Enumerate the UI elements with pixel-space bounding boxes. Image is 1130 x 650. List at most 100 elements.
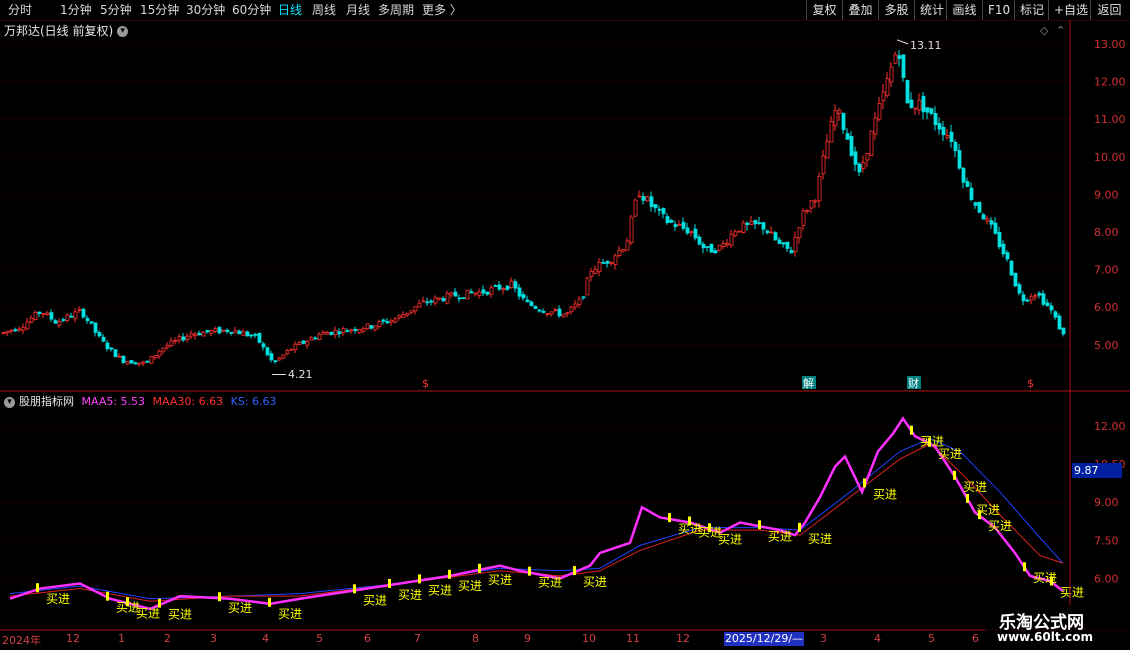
- candle-body: [597, 261, 602, 273]
- buy-signal-label: 买进: [1033, 571, 1057, 585]
- candle-body: [777, 239, 782, 244]
- candle-body: [797, 227, 802, 239]
- candle-body: [901, 54, 906, 78]
- candle-body: [509, 280, 514, 289]
- buy-signal-bar: [573, 566, 576, 576]
- candle-body: [1033, 295, 1038, 298]
- candle-body: [553, 309, 558, 312]
- buy-signal-label: 买进: [718, 532, 742, 546]
- candle-body: [469, 291, 474, 294]
- candle-body: [437, 297, 442, 300]
- candle-body: [669, 219, 674, 223]
- candle-body: [973, 202, 978, 206]
- candle-body: [249, 334, 254, 337]
- candle-body: [641, 196, 646, 201]
- candle-body: [653, 204, 658, 209]
- candle-body: [769, 231, 774, 234]
- candle-body: [189, 333, 194, 337]
- candle-body: [125, 361, 130, 365]
- candle-body: [473, 292, 478, 295]
- candle-body: [857, 163, 862, 173]
- candle-body: [713, 250, 718, 253]
- candle-body: [73, 311, 78, 319]
- candle-body: [589, 270, 594, 277]
- ma5-line: [9, 416, 1064, 611]
- chevron-up-icon[interactable]: ⌃: [1056, 24, 1065, 37]
- candle-body: [933, 113, 938, 126]
- candle-body: [289, 348, 294, 351]
- candle-body: [1017, 284, 1022, 294]
- price-tick-label: 10.00: [1094, 151, 1126, 164]
- candle-body: [917, 99, 922, 111]
- candle-body: [337, 331, 342, 335]
- crosshair-date-label: 2025/12/29/—: [724, 632, 804, 646]
- candle-body: [21, 326, 26, 331]
- chart-canvas[interactable]: 买进买进买进 买进 买进 买进买进 买进 买进 买进 买进 买进 买进买进买进买进 买进 买进买进买进…: [0, 0, 1130, 650]
- candle-body: [317, 333, 322, 340]
- candle-body: [421, 300, 426, 303]
- indicator-current-value: 9.87: [1072, 463, 1122, 478]
- candle-body: [981, 214, 986, 220]
- candle-body: [177, 336, 182, 341]
- buy-signal-label: 买进: [398, 588, 422, 602]
- candle-body: [309, 337, 314, 341]
- event-marker-dividend[interactable]: $: [422, 377, 429, 390]
- candle-body: [969, 187, 974, 200]
- candle-body: [853, 151, 858, 165]
- candle-body: [617, 249, 622, 256]
- candle-body: [905, 80, 910, 104]
- candle-body: [397, 315, 402, 318]
- candle-body: [697, 236, 702, 245]
- date-tick: 7: [414, 632, 421, 645]
- candle-body: [909, 99, 914, 108]
- event-marker-finance[interactable]: 财: [908, 376, 919, 390]
- candle-body: [601, 262, 606, 264]
- candle-body: [977, 201, 982, 213]
- high-price-pointer: [896, 39, 909, 45]
- diamond-icon[interactable]: ◇: [1040, 24, 1049, 37]
- candle-body: [753, 219, 758, 225]
- candle-body: [521, 294, 526, 299]
- price-tick-label: 9.00: [1094, 188, 1119, 201]
- candle-body: [133, 362, 138, 365]
- candle-body: [161, 347, 166, 352]
- buy-signal-bar: [106, 591, 109, 601]
- buy-signal-bar: [928, 437, 931, 447]
- candle-body: [565, 312, 570, 315]
- buy-signal-bar: [708, 523, 711, 533]
- candle-body: [381, 319, 386, 322]
- candle-body: [605, 260, 610, 264]
- event-marker-unlock[interactable]: 解: [803, 376, 814, 390]
- candle-body: [889, 66, 894, 83]
- candle-body: [413, 306, 418, 312]
- candle-body: [341, 328, 346, 333]
- candle-body: [1025, 299, 1030, 302]
- candle-body: [657, 208, 662, 211]
- candle-body: [429, 300, 434, 303]
- candle-body: [25, 321, 30, 330]
- indicator-tick-label: 9.00: [1094, 496, 1119, 509]
- candle-body: [1057, 315, 1062, 330]
- buy-signal-label: 买进: [538, 576, 562, 590]
- buy-signal-bar: [353, 584, 356, 594]
- candle-body: [1009, 260, 1014, 276]
- price-tick-label: 6.00: [1094, 301, 1119, 314]
- candle-body: [989, 220, 994, 225]
- buy-signal-label: 买进: [46, 592, 70, 606]
- candle-body: [37, 311, 42, 314]
- buy-signal-label: 买进: [873, 487, 897, 501]
- candle-body: [645, 196, 650, 202]
- candle-body: [433, 297, 438, 304]
- buy-signal-bar: [36, 583, 39, 593]
- candle-body: [377, 321, 382, 328]
- candle-body: [213, 328, 218, 332]
- candle-body: [1061, 327, 1066, 335]
- candle-body: [825, 141, 830, 159]
- candle-body: [489, 287, 494, 295]
- candle-body: [9, 329, 14, 332]
- candle-body: [833, 110, 838, 127]
- date-tick: 9: [524, 632, 531, 645]
- event-marker-dividend-2[interactable]: $: [1027, 377, 1034, 390]
- buy-signal-label: 买进: [428, 583, 452, 597]
- candle-body: [913, 107, 918, 110]
